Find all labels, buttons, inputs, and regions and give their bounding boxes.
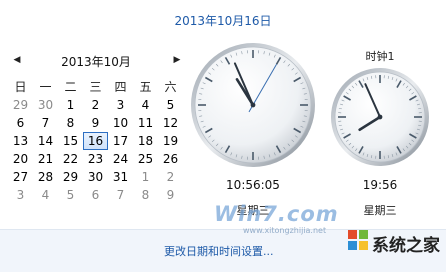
calendar-day[interactable]: 18 xyxy=(133,132,158,150)
calendar-day-today[interactable]: 16 xyxy=(83,132,108,150)
calendar-week-row: 272829303112 xyxy=(8,168,184,186)
calendar-day[interactable]: 13 xyxy=(8,132,33,150)
calendar-day[interactable]: 7 xyxy=(33,114,58,132)
calendar-day[interactable]: 15 xyxy=(58,132,83,150)
calendar-day[interactable]: 17 xyxy=(108,132,133,150)
weekday-header: 一 xyxy=(33,78,58,96)
watermark-logo-text: 系统之家 xyxy=(372,231,440,256)
calendar-day[interactable]: 19 xyxy=(158,132,183,150)
weekday-label-extra: 星期三 xyxy=(330,202,430,218)
calendar-day[interactable]: 27 xyxy=(8,168,33,186)
calendar-day[interactable]: 4 xyxy=(133,96,158,114)
calendar-day[interactable]: 22 xyxy=(58,150,83,168)
calendar-day[interactable]: 24 xyxy=(108,150,133,168)
calendar-day[interactable]: 14 xyxy=(33,132,58,150)
calendar-day[interactable]: 7 xyxy=(108,186,133,204)
calendar-day[interactable]: 1 xyxy=(58,96,83,114)
calendar-day[interactable]: 2 xyxy=(158,168,183,186)
calendar-week-row: 13141516171819 xyxy=(8,132,184,150)
calendar-day[interactable]: 4 xyxy=(33,186,58,204)
calendar-day[interactable]: 8 xyxy=(133,186,158,204)
calendar-day[interactable]: 25 xyxy=(133,150,158,168)
clock-center-pin xyxy=(378,115,383,120)
watermark-url: www.xitongzhijia.net xyxy=(243,226,326,235)
watermark-text: Win7.com xyxy=(214,202,339,226)
weekday-header: 四 xyxy=(108,78,133,96)
calendar-grid: 日一二三四五六293012345678910111213141516171819… xyxy=(8,78,184,204)
calendar-day[interactable]: 23 xyxy=(83,150,108,168)
calendar-day[interactable]: 31 xyxy=(108,168,133,186)
calendar-day[interactable]: 30 xyxy=(33,96,58,114)
calendar-week-row: 293012345 xyxy=(8,96,184,114)
analog-clock-main xyxy=(190,42,316,168)
calendar-day[interactable]: 28 xyxy=(33,168,58,186)
long-date-link[interactable]: 2013年10月16日 xyxy=(0,12,446,29)
clock-flyout: 2013年10月16日 ◀ 2013年10月 ▶ 日一二三四五六29301234… xyxy=(0,0,446,271)
calendar-day[interactable]: 12 xyxy=(158,114,183,132)
weekday-header: 五 xyxy=(133,78,158,96)
calendar-day[interactable]: 8 xyxy=(58,114,83,132)
calendar-day[interactable]: 6 xyxy=(8,114,33,132)
clock-center-pin xyxy=(251,103,256,108)
weekday-header: 日 xyxy=(8,78,33,96)
calendar-day[interactable]: 30 xyxy=(83,168,108,186)
analog-clock-extra xyxy=(330,67,430,167)
extra-clock-title: 时钟1 xyxy=(328,48,432,64)
calendar-day[interactable]: 21 xyxy=(33,150,58,168)
weekday-header: 三 xyxy=(83,78,108,96)
calendar-day[interactable]: 20 xyxy=(8,150,33,168)
calendar-month-title[interactable]: 2013年10月 xyxy=(8,53,184,70)
weekday-header: 六 xyxy=(158,78,183,96)
weekday-header-row: 日一二三四五六 xyxy=(8,78,184,96)
calendar: ◀ 2013年10月 ▶ 日一二三四五六29301234567891011121… xyxy=(8,50,184,72)
calendar-day[interactable]: 29 xyxy=(8,96,33,114)
calendar-day[interactable]: 6 xyxy=(83,186,108,204)
calendar-day[interactable]: 10 xyxy=(108,114,133,132)
triangle-right-icon[interactable]: ▶ xyxy=(172,53,182,67)
calendar-day[interactable]: 29 xyxy=(58,168,83,186)
calendar-week-row: 6789101112 xyxy=(8,114,184,132)
calendar-day[interactable]: 26 xyxy=(158,150,183,168)
calendar-day[interactable]: 1 xyxy=(133,168,158,186)
clock-face-extra xyxy=(330,67,430,167)
digital-time-main: 10:56:05 xyxy=(204,178,302,192)
calendar-day[interactable]: 2 xyxy=(83,96,108,114)
change-date-time-settings-link[interactable]: 更改日期和时间设置... xyxy=(164,243,274,259)
calendar-day[interactable]: 11 xyxy=(133,114,158,132)
calendar-nav: ◀ 2013年10月 ▶ xyxy=(8,50,184,72)
calendar-day[interactable]: 5 xyxy=(158,96,183,114)
calendar-day[interactable]: 3 xyxy=(108,96,133,114)
calendar-week-row: 3456789 xyxy=(8,186,184,204)
windows-logo-icon xyxy=(346,228,370,252)
calendar-week-row: 20212223242526 xyxy=(8,150,184,168)
digital-time-extra: 19:56 xyxy=(330,178,430,192)
weekday-header: 二 xyxy=(58,78,83,96)
calendar-day[interactable]: 3 xyxy=(8,186,33,204)
clock-face-main xyxy=(190,42,316,168)
calendar-day[interactable]: 9 xyxy=(158,186,183,204)
calendar-day[interactable]: 9 xyxy=(83,114,108,132)
calendar-day[interactable]: 5 xyxy=(58,186,83,204)
